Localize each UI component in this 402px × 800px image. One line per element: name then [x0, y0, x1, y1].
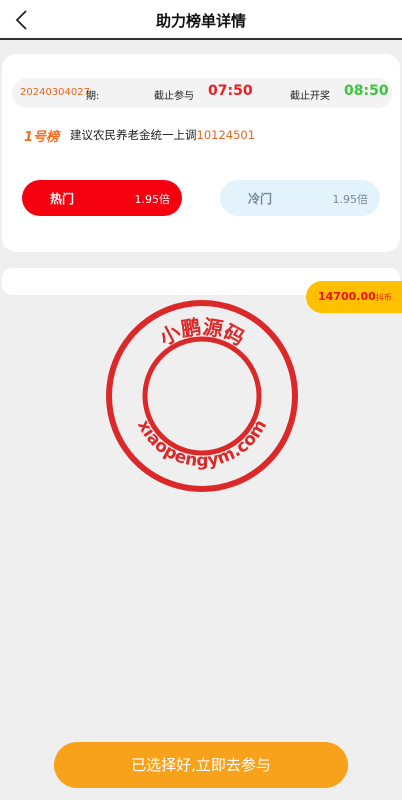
- draw-deadline-label: 截止开奖: [290, 91, 330, 102]
- ranking-code: 10124501: [196, 128, 256, 142]
- join-now-button[interactable]: 已选择好,立即去参与: [54, 742, 348, 788]
- hot-option-label: 热门: [50, 192, 75, 206]
- svg-text:小鹏源码: 小鹏源码: [155, 314, 248, 350]
- period-info-bar: 20240304027 期: 截止参与 07:50 截止开奖 08:50: [12, 78, 392, 108]
- watermark-stamp: 小鹏源码 xiaopengym.com: [106, 300, 298, 492]
- hot-option-odds: 1.95倍: [134, 193, 171, 206]
- period-suffix: 期:: [86, 91, 100, 102]
- watermark-top-text: 小鹏源码: [155, 314, 248, 350]
- page-title: 助力榜单详情: [155, 12, 246, 30]
- cold-option-odds: 1.95倍: [332, 193, 369, 206]
- balance-unit: 抖币: [375, 293, 392, 302]
- balance-amount: 14700.00抖币: [318, 290, 392, 303]
- join-deadline-label: 截止参与: [154, 91, 194, 102]
- hot-option-button[interactable]: 热门 1.95倍: [22, 180, 182, 216]
- ranking-detail-card: 20240304027 期: 截止参与 07:50 截止开奖 08:50 1号榜…: [2, 54, 400, 252]
- svg-text:xiaopengym.com: xiaopengym.com: [133, 416, 271, 471]
- cold-option-label: 冷门: [248, 192, 273, 206]
- cold-option-button[interactable]: 冷门 1.95倍: [220, 180, 380, 216]
- watermark-bottom-text: xiaopengym.com: [133, 416, 271, 471]
- ranking-title-text: 建议农民养老金统一上调: [70, 128, 197, 142]
- top-nav-bar: 助力榜单详情: [0, 0, 402, 40]
- join-deadline-time: 07:50: [208, 83, 253, 99]
- balance-badge: 14700.00抖币: [306, 281, 402, 313]
- ranking-title: 建议农民养老金统一上调10124501: [70, 127, 255, 143]
- balance-value: 14700.00: [318, 290, 376, 303]
- draw-deadline-time: 08:50: [344, 83, 389, 99]
- ranking-name: 1号榜: [24, 130, 60, 145]
- period-number: 20240304027: [20, 87, 90, 98]
